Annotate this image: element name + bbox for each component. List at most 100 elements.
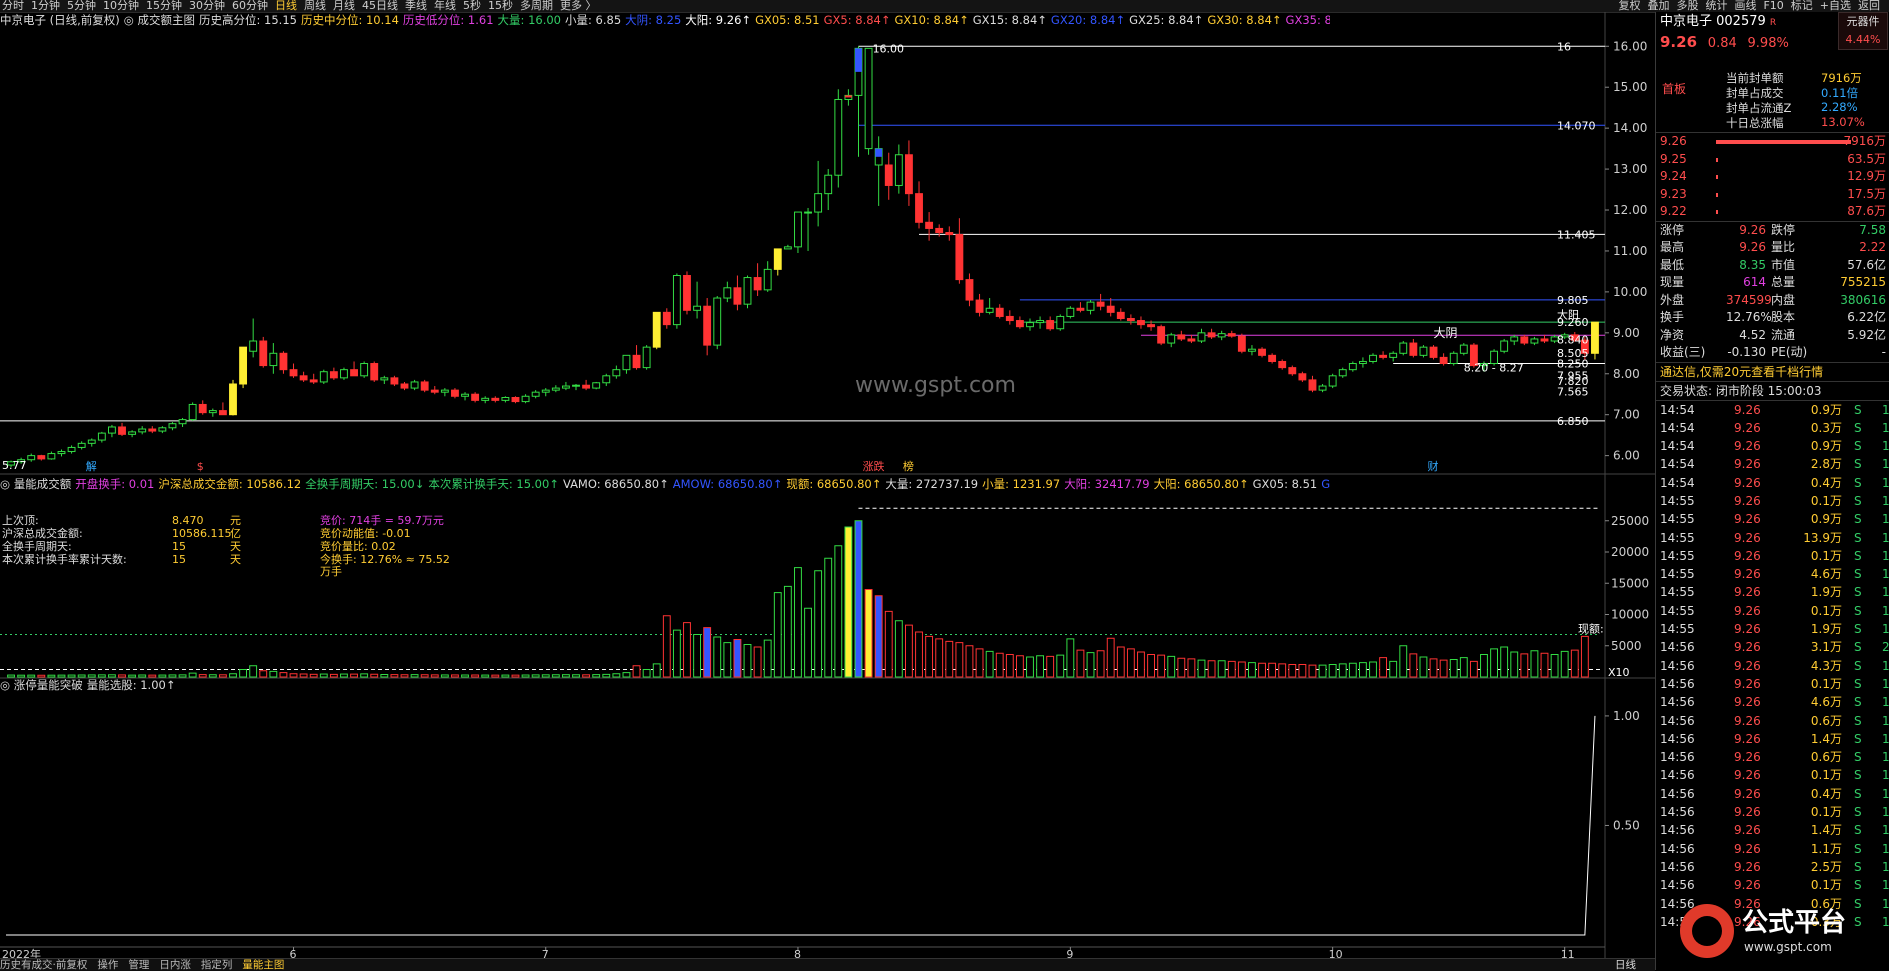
period-tab-9[interactable]: 月线 [333,0,355,12]
candle-body [1429,346,1438,358]
tick-cell: 1 [1882,439,1889,454]
tool-button-5[interactable]: F10 [1763,0,1783,12]
stat-label: 跌停 [1771,222,1796,237]
volume-bar [1369,661,1377,678]
bid-row[interactable]: 9.24 12.9万 [1656,168,1889,186]
candle-body [1046,320,1055,330]
level-label: 8.250 [1557,358,1589,371]
tick-cell: 0.1万 [1810,493,1842,508]
volume-bar [1137,651,1145,678]
bid-row[interactable]: 9.23 17.5万 [1656,186,1889,204]
vol_header-item-13: GX5: 8.84↑ [1321,477,1330,491]
tool-button-6[interactable]: 标记 [1791,0,1813,12]
volume-bar [1318,664,1327,678]
period-tab-13[interactable]: 5秒 [463,0,481,12]
candle-body [118,426,126,435]
tool-button-3[interactable]: 统计 [1705,0,1727,12]
volume-bar [1237,661,1246,678]
period-tab-16[interactable]: 更多 〉 [560,0,597,12]
candle [249,318,258,358]
event-marker[interactable]: 财 [1428,459,1439,473]
tick-cell: 0.9万 [1810,402,1842,417]
tick-cell: 9.26 [1734,750,1761,765]
tick-cell: 0.6万 [1810,713,1842,728]
stat-value: - [1881,345,1886,359]
candle-body [531,391,540,397]
candle [27,453,36,462]
tick-cell: 0.1万 [1810,676,1842,691]
candle [1268,353,1277,364]
promo-notice[interactable]: 通达信,仅需20元查看千档行情 [1656,363,1889,382]
candle [905,140,913,206]
volume-bar [1217,660,1226,678]
event-marker[interactable]: 榜 [903,459,914,473]
period-tab-15[interactable]: 多周期 [520,0,553,12]
peak-label: 16.00 [873,42,905,55]
tick-cell: 1 [1882,859,1889,874]
tool-button-4[interactable]: 画线 [1734,0,1756,12]
tool-button-7[interactable]: +自选 [1820,0,1851,12]
tick-row: 14:56 9.26 0.1万 S 1 [1656,876,1889,894]
tick-row: 14:54 9.26 0.9万 S 1 [1656,401,1889,419]
period-tab-3[interactable]: 10分钟 [103,0,139,12]
period-tab-7[interactable]: 日线 [275,0,297,12]
period-tab-10[interactable]: 45日线 [362,0,398,12]
tool-button-0[interactable]: 复权 [1618,0,1640,12]
period-tab-14[interactable]: 15秒 [488,0,513,12]
candle [1076,302,1085,313]
candle-body [683,275,691,311]
tick-cell: 1 [1882,676,1889,691]
period-tab-2[interactable]: 5分钟 [67,0,96,12]
candle [723,281,732,303]
bottom-tab-1[interactable]: 操作 [97,959,118,971]
seal-value: 7916万 [1821,71,1862,85]
bid-row[interactable]: 9.25 63.5万 [1656,151,1889,169]
bottom-tab-2[interactable]: 管理 [128,959,149,971]
bottom-tab-5[interactable]: 量能主图 [242,959,284,971]
period-tab-11[interactable]: 季线 [405,0,427,12]
period-tab-1[interactable]: 1分钟 [31,0,60,12]
tool-button-8[interactable]: 返回 [1858,0,1880,12]
candle [97,431,106,443]
candle-body [108,426,116,434]
bottom-tab-4[interactable]: 指定列 [201,959,233,971]
tick-row: 14:56 9.26 0.1万 S 1 [1656,766,1889,784]
candle-body [753,277,762,291]
candle [642,345,651,370]
sector-tag[interactable]: 元器件 4.44% [1838,12,1888,50]
candle [592,381,601,390]
candle-body [1157,326,1166,344]
tick-cell: S [1854,823,1862,838]
candle [1207,328,1216,339]
tick-cell: 1 [1882,548,1889,563]
candle-body [773,248,782,270]
volume-bar [723,642,732,678]
ind-tick-label: 0.50 [1613,818,1640,832]
tick-list[interactable]: 14:54 9.26 0.9万 S 1 14:54 9.26 0.3万 S 1 14:54 9.26 0… [1656,401,1889,932]
tool-button-2[interactable]: 多股 [1676,0,1698,12]
candle [1197,328,1206,344]
tick-row: 14:54 9.26 0.3万 S 1 [1656,419,1889,437]
candle [1358,357,1367,368]
tool-button-1[interactable]: 叠加 [1647,0,1669,12]
volume-bar [1005,654,1014,678]
stat-value: 7.58 [1859,222,1886,237]
period-tab-4[interactable]: 15分钟 [146,0,182,12]
volume-bar [1258,662,1266,678]
event-marker[interactable]: 涨跌 [863,459,885,473]
candle [1096,293,1105,311]
period-tab-6[interactable]: 60分钟 [232,0,268,12]
bid-row[interactable]: 9.26 7916万 [1656,133,1889,151]
bottom-tab-0[interactable]: 历史有成交·前复权 [0,959,87,971]
event-marker[interactable]: 解 [86,459,97,473]
candle-body [1308,379,1317,391]
stat-row: 现量 614 总量 755215 [1656,274,1889,292]
period-tab-5[interactable]: 30分钟 [189,0,225,12]
event-marker[interactable]: $ [197,460,204,473]
period-tab-0[interactable]: 分时 [2,0,24,12]
bid-row[interactable]: 9.22 87.6万 [1656,203,1889,221]
candle-body [955,234,964,281]
bottom-tab-3[interactable]: 日内涨 [159,959,191,971]
period-tab-12[interactable]: 年线 [434,0,456,12]
period-tab-8[interactable]: 周线 [304,0,326,12]
